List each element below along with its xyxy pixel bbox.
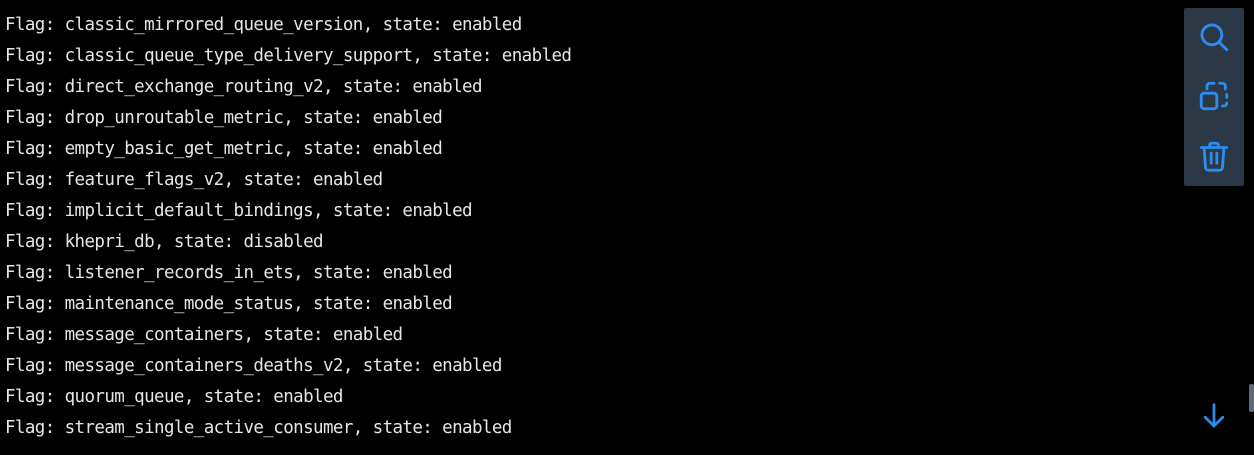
copy-button[interactable] xyxy=(1194,76,1234,116)
log-line: Flag: stream_single_active_consumer, sta… xyxy=(5,418,512,438)
log-line: Flag: classic_queue_type_delivery_suppor… xyxy=(5,46,572,66)
copy-icon xyxy=(1199,81,1229,111)
log-line: Flag: implicit_default_bindings, state: … xyxy=(5,201,473,221)
log-line: Flag: drop_unroutable_metric, state: ena… xyxy=(5,108,443,128)
arrow-down-icon xyxy=(1203,403,1225,428)
scroll-to-bottom-button[interactable] xyxy=(1194,396,1234,436)
log-line: Flag: quorum_queue, state: enabled xyxy=(5,387,343,407)
log-line: Flag: khepri_db, state: disabled xyxy=(5,232,324,252)
log-lines: Flag: classic_mirrored_queue_version, st… xyxy=(5,10,572,444)
log-line: Flag: listener_records_in_ets, state: en… xyxy=(5,263,453,283)
search-icon xyxy=(1200,23,1229,52)
log-line: Flag: message_containers, state: enabled xyxy=(5,325,403,345)
terminal-toolbar xyxy=(1184,8,1244,186)
scrollbar-thumb[interactable] xyxy=(1249,384,1254,412)
log-line: Flag: maintenance_mode_status, state: en… xyxy=(5,294,453,314)
terminal-output: Flag: classic_mirrored_queue_version, st… xyxy=(0,0,1254,455)
log-line: Flag: message_containers_deaths_v2, stat… xyxy=(5,356,502,376)
search-button[interactable] xyxy=(1194,17,1234,57)
log-line: Flag: feature_flags_v2, state: enabled xyxy=(5,170,383,190)
clear-button[interactable] xyxy=(1194,136,1234,176)
log-line: Flag: direct_exchange_routing_v2, state:… xyxy=(5,77,483,97)
log-line: Flag: classic_mirrored_queue_version, st… xyxy=(5,15,522,35)
trash-icon xyxy=(1199,141,1229,172)
log-line: Flag: empty_basic_get_metric, state: ena… xyxy=(5,139,443,159)
